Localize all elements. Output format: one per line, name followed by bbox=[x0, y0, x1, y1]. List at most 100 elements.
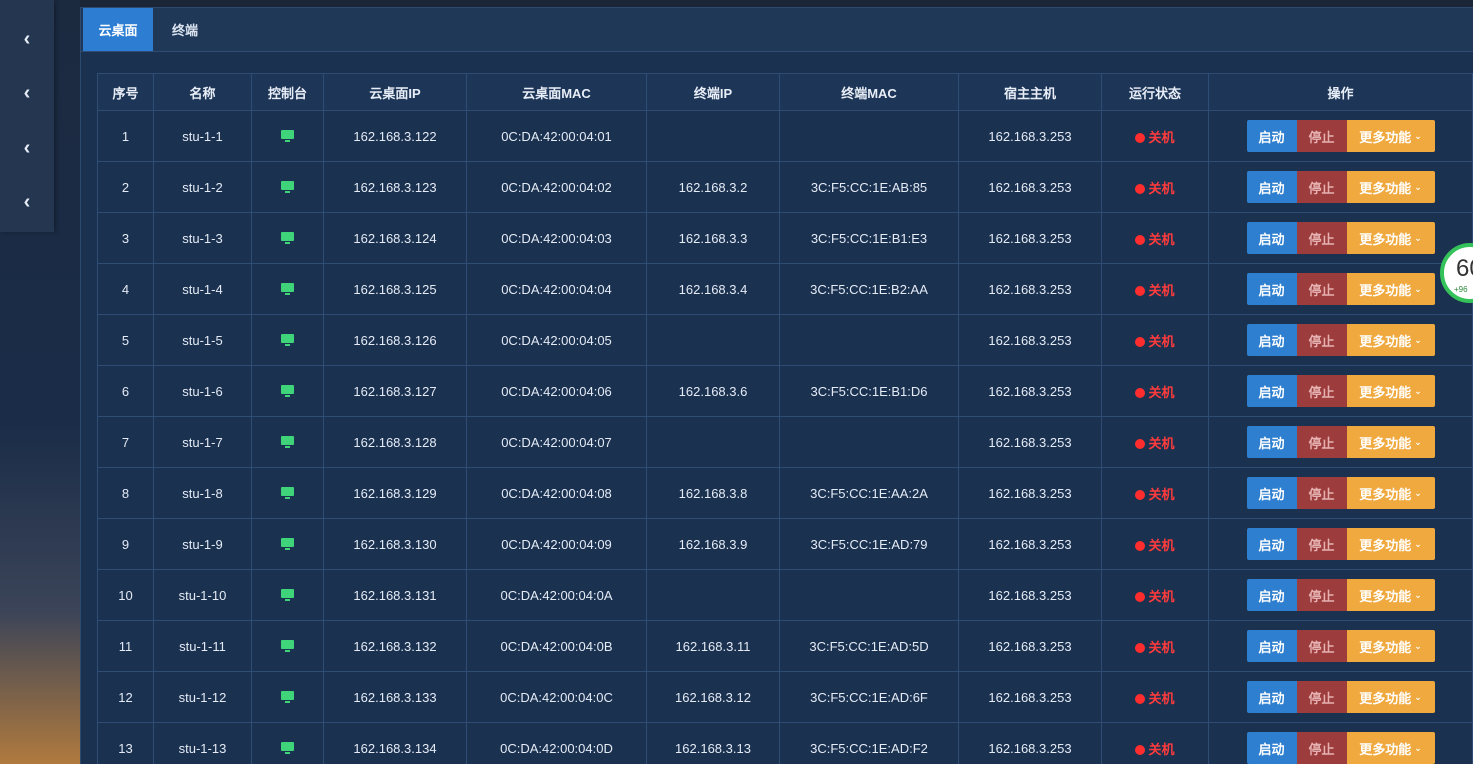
stop-button[interactable]: 停止 bbox=[1296, 426, 1347, 458]
monitor-icon[interactable] bbox=[281, 435, 294, 448]
collapse-chevron-icon-4[interactable]: ‹ bbox=[0, 175, 54, 229]
terminal-ip: 162.168.3.9 bbox=[646, 518, 780, 570]
desktop-name: stu-1-8 bbox=[153, 467, 252, 519]
start-button[interactable]: 启动 bbox=[1246, 630, 1297, 662]
chevron-down-icon: ⌄ bbox=[1414, 385, 1422, 396]
monitor-icon[interactable] bbox=[281, 180, 294, 193]
monitor-icon[interactable] bbox=[281, 486, 294, 499]
monitor-icon[interactable] bbox=[281, 333, 294, 346]
more-functions-button[interactable]: 更多功能 ⌄ bbox=[1346, 120, 1435, 152]
status-cell: 关机 bbox=[1101, 110, 1209, 162]
more-functions-label: 更多功能 bbox=[1359, 180, 1412, 196]
start-button[interactable]: 启动 bbox=[1246, 579, 1297, 611]
status-cell: 关机 bbox=[1101, 620, 1209, 672]
console-cell bbox=[251, 518, 324, 570]
desktop-mac: 0C:DA:42:00:04:0C bbox=[466, 671, 647, 723]
more-functions-button[interactable]: 更多功能 ⌄ bbox=[1346, 324, 1435, 356]
tab-cloud-desktop[interactable]: 云桌面 bbox=[83, 8, 153, 51]
stop-button[interactable]: 停止 bbox=[1296, 579, 1347, 611]
console-cell bbox=[251, 671, 324, 723]
start-button[interactable]: 启动 bbox=[1246, 681, 1297, 713]
stop-button[interactable]: 停止 bbox=[1296, 375, 1347, 407]
status-badge: 关机 bbox=[1135, 487, 1175, 502]
power-off-icon bbox=[1135, 744, 1146, 755]
start-button[interactable]: 启动 bbox=[1246, 426, 1297, 458]
status-badge: 关机 bbox=[1135, 691, 1175, 706]
host-machine: 162.168.3.253 bbox=[958, 365, 1102, 417]
desktop-name: stu-1-4 bbox=[153, 263, 252, 315]
start-button[interactable]: 启动 bbox=[1246, 171, 1297, 203]
collapse-chevron-icon-1[interactable]: ‹ bbox=[0, 12, 54, 66]
start-button[interactable]: 启动 bbox=[1246, 324, 1297, 356]
desktop-name: stu-1-13 bbox=[153, 722, 252, 764]
monitor-icon[interactable] bbox=[281, 690, 294, 703]
terminal-mac: 3C:F5:CC:1E:AA:2A bbox=[779, 467, 959, 519]
desktop-name: stu-1-3 bbox=[153, 212, 252, 264]
power-off-icon bbox=[1135, 387, 1146, 398]
status-badge: 关机 bbox=[1135, 385, 1175, 400]
more-functions-button[interactable]: 更多功能 ⌄ bbox=[1346, 222, 1435, 254]
collapse-chevron-icon-2[interactable]: ‹ bbox=[0, 66, 54, 120]
row-index: 12 bbox=[97, 671, 154, 723]
actions-cell: 启动 停止 更多功能 ⌄ bbox=[1208, 212, 1473, 264]
stop-button[interactable]: 停止 bbox=[1296, 120, 1347, 152]
start-button[interactable]: 启动 bbox=[1246, 273, 1297, 305]
start-button[interactable]: 启动 bbox=[1246, 732, 1297, 764]
actions-cell: 启动 停止 更多功能 ⌄ bbox=[1208, 161, 1473, 213]
monitor-icon[interactable] bbox=[281, 231, 294, 244]
monitor-icon[interactable] bbox=[281, 639, 294, 652]
terminal-ip: 162.168.3.6 bbox=[646, 365, 780, 417]
stop-button[interactable]: 停止 bbox=[1296, 273, 1347, 305]
monitor-icon[interactable] bbox=[281, 537, 294, 550]
monitor-icon[interactable] bbox=[281, 384, 294, 397]
stop-button[interactable]: 停止 bbox=[1296, 222, 1347, 254]
tab-terminal[interactable]: 终端 bbox=[153, 8, 217, 51]
terminal-mac: 3C:F5:CC:1E:B2:AA bbox=[779, 263, 959, 315]
desktop-mac: 0C:DA:42:00:04:0A bbox=[466, 569, 647, 621]
desktop-ip: 162.168.3.132 bbox=[323, 620, 467, 672]
start-button[interactable]: 启动 bbox=[1246, 528, 1297, 560]
monitor-icon[interactable] bbox=[281, 588, 294, 601]
more-functions-button[interactable]: 更多功能 ⌄ bbox=[1346, 681, 1435, 713]
row-index: 5 bbox=[97, 314, 154, 366]
status-text: 关机 bbox=[1148, 639, 1175, 655]
start-button[interactable]: 启动 bbox=[1246, 375, 1297, 407]
actions-cell: 启动 停止 更多功能 ⌄ bbox=[1208, 314, 1473, 366]
more-functions-button[interactable]: 更多功能 ⌄ bbox=[1346, 171, 1435, 203]
more-functions-button[interactable]: 更多功能 ⌄ bbox=[1346, 375, 1435, 407]
monitor-icon[interactable] bbox=[281, 741, 294, 754]
more-functions-label: 更多功能 bbox=[1359, 537, 1412, 553]
stop-button[interactable]: 停止 bbox=[1296, 528, 1347, 560]
chevron-down-icon: ⌄ bbox=[1414, 436, 1422, 447]
stop-button[interactable]: 停止 bbox=[1296, 477, 1347, 509]
start-button[interactable]: 启动 bbox=[1246, 222, 1297, 254]
more-functions-button[interactable]: 更多功能 ⌄ bbox=[1346, 579, 1435, 611]
more-functions-button[interactable]: 更多功能 ⌄ bbox=[1346, 630, 1435, 662]
console-cell bbox=[251, 110, 324, 162]
more-functions-button[interactable]: 更多功能 ⌄ bbox=[1346, 528, 1435, 560]
collapse-chevron-icon-3[interactable]: ‹ bbox=[0, 121, 54, 175]
more-functions-button[interactable]: 更多功能 ⌄ bbox=[1346, 273, 1435, 305]
more-functions-button[interactable]: 更多功能 ⌄ bbox=[1346, 732, 1435, 764]
chevron-down-icon: ⌄ bbox=[1414, 640, 1422, 651]
monitor-icon[interactable] bbox=[281, 129, 294, 142]
monitor-icon[interactable] bbox=[281, 282, 294, 295]
table-row: 12 stu-1-12 162.168.3.133 0C:DA:42:00:04:0C… bbox=[97, 671, 1473, 723]
desktop-mac: 0C:DA:42:00:04:06 bbox=[466, 365, 647, 417]
terminal-ip bbox=[646, 110, 780, 162]
status-text: 关机 bbox=[1148, 741, 1175, 757]
more-functions-button[interactable]: 更多功能 ⌄ bbox=[1346, 426, 1435, 458]
terminal-ip: 162.168.3.11 bbox=[646, 620, 780, 672]
table-row: 8 stu-1-8 162.168.3.129 0C:DA:42:00:04:08 16… bbox=[97, 467, 1473, 519]
more-functions-button[interactable]: 更多功能 ⌄ bbox=[1346, 477, 1435, 509]
stop-button[interactable]: 停止 bbox=[1296, 681, 1347, 713]
desktop-name: stu-1-9 bbox=[153, 518, 252, 570]
start-button[interactable]: 启动 bbox=[1246, 477, 1297, 509]
start-button[interactable]: 启动 bbox=[1246, 120, 1297, 152]
desktop-mac: 0C:DA:42:00:04:0B bbox=[466, 620, 647, 672]
column-header: 操作 bbox=[1208, 73, 1473, 111]
stop-button[interactable]: 停止 bbox=[1296, 630, 1347, 662]
stop-button[interactable]: 停止 bbox=[1296, 171, 1347, 203]
stop-button[interactable]: 停止 bbox=[1296, 732, 1347, 764]
stop-button[interactable]: 停止 bbox=[1296, 324, 1347, 356]
